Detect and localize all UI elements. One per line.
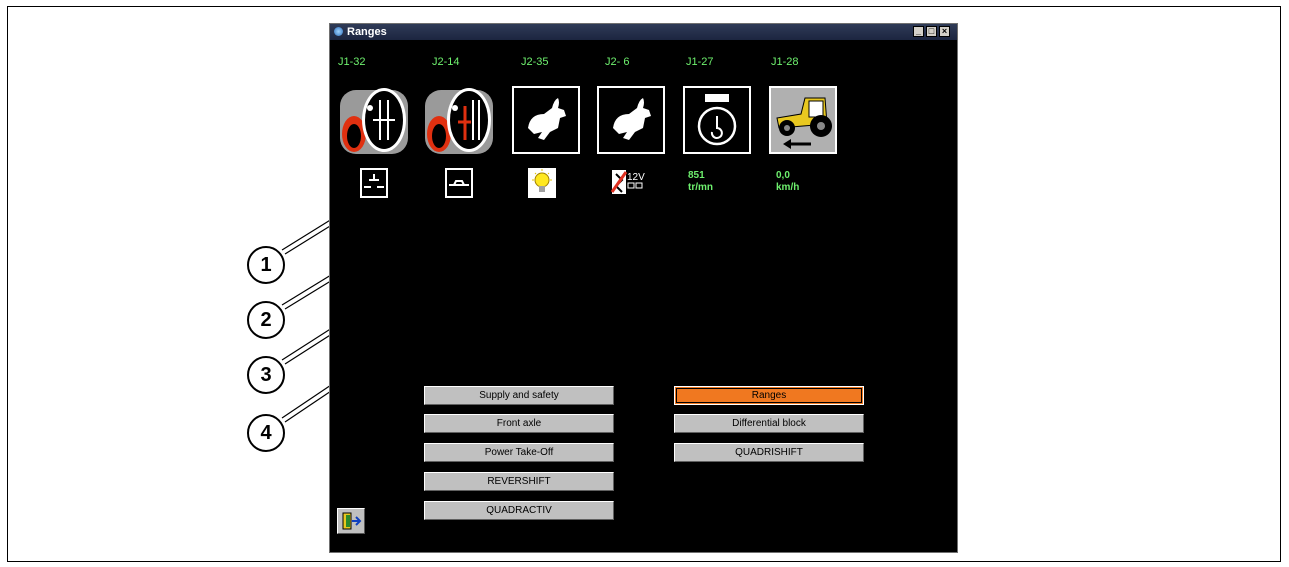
open-switch-icon (360, 168, 388, 198)
callout-2: 2 (247, 301, 285, 339)
engine-speed-unit: tr/mn (688, 182, 713, 193)
ranges-window: Ranges _ □ × J1-32 J2-14 J2-35 J2- 6 J1-… (329, 23, 958, 553)
ranges-button[interactable]: Ranges (674, 386, 864, 405)
pin-label-j2-14: J2-14 (432, 56, 460, 68)
window-title: Ranges (347, 26, 387, 38)
hare-high-speed-icon-b (597, 86, 665, 154)
pin-label-j1-32: J1-32 (338, 56, 366, 68)
quadrishift-button[interactable]: QUADRISHIFT (674, 443, 864, 462)
engine-speed-value: 851 (688, 170, 705, 181)
ground-speed-value: 0,0 (776, 170, 790, 181)
revershift-button[interactable]: REVERSHIFT (424, 472, 614, 491)
range-lever-icon-a (340, 86, 408, 154)
callout-3: 3 (247, 356, 285, 394)
quadractiv-button[interactable]: QUADRACTIV (424, 501, 614, 520)
exit-button[interactable] (337, 508, 365, 534)
no-voltage-icon: 12V (610, 168, 650, 198)
supply-and-safety-button[interactable]: Supply and safety (424, 386, 614, 405)
window-titlebar[interactable]: Ranges _ □ × (330, 24, 957, 40)
front-axle-button[interactable]: Front axle (424, 414, 614, 433)
exit-door-icon (342, 512, 362, 530)
voltage-label: 12V (627, 172, 645, 183)
pin-label-j1-27: J1-27 (686, 56, 714, 68)
differential-block-button[interactable]: Differential block (674, 414, 864, 433)
maximize-icon[interactable]: □ (926, 26, 937, 37)
close-icon[interactable]: × (939, 26, 950, 37)
engine-speed-gauge-icon (683, 86, 751, 154)
pin-label-j2-35: J2-35 (521, 56, 549, 68)
callout-1: 1 (247, 246, 285, 284)
closed-switch-icon (445, 168, 473, 198)
light-bulb-icon (528, 168, 556, 198)
hare-high-speed-icon-a (512, 86, 580, 154)
pin-label-j1-28: J1-28 (771, 56, 799, 68)
app-icon (334, 27, 343, 36)
minimize-icon[interactable]: _ (913, 26, 924, 37)
power-take-off-button[interactable]: Power Take-Off (424, 443, 614, 462)
callout-4: 4 (247, 414, 285, 452)
range-lever-icon-b (425, 86, 493, 154)
tractor-reverse-speed-icon (769, 86, 837, 154)
ground-speed-unit: km/h (776, 182, 800, 193)
pin-label-j2-6: J2- 6 (605, 56, 630, 68)
